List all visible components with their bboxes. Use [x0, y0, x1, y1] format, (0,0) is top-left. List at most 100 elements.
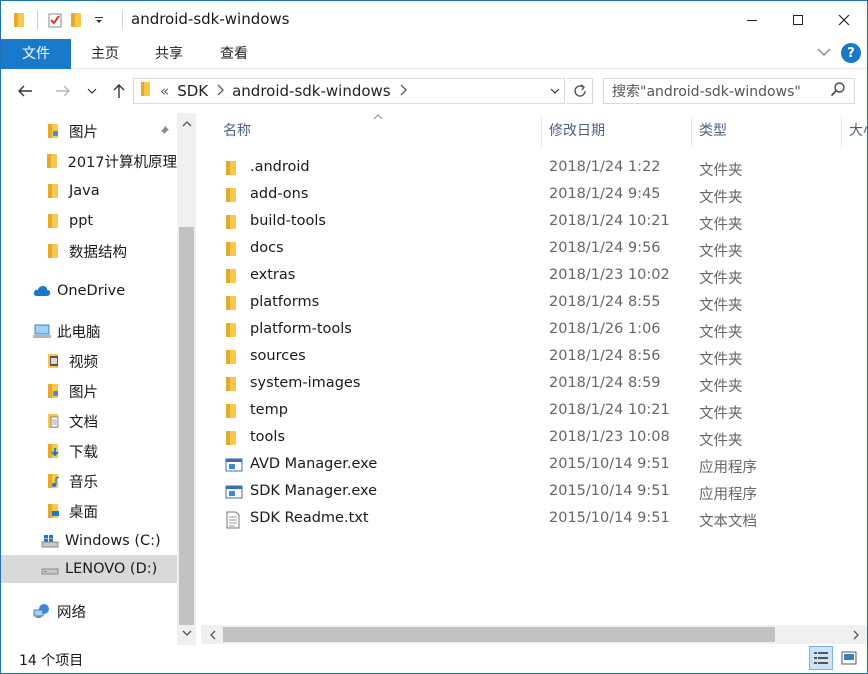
expand-ribbon-icon[interactable] — [817, 45, 831, 61]
table-row[interactable]: SDK Manager.exe 2015/10/14 9:51 应用程序 — [201, 479, 841, 506]
recent-locations-button[interactable] — [85, 81, 99, 101]
sidebar-item-downloads[interactable]: 下载 — [1, 437, 177, 465]
file-name: SDK Readme.txt — [250, 510, 369, 526]
sidebar-item-desktop[interactable]: 桌面 — [1, 497, 177, 525]
sidebar-item-lenovo-d[interactable]: LENOVO (D:) — [1, 555, 177, 583]
file-date: 2018/1/23 10:08 — [549, 429, 670, 445]
column-header-date[interactable]: 修改日期 — [527, 113, 677, 149]
sidebar-item-onedrive[interactable]: OneDrive — [1, 277, 177, 305]
tab-share[interactable]: 共享 — [147, 39, 191, 69]
sidebar-item-ppt[interactable]: ppt — [1, 207, 177, 235]
back-button[interactable] — [15, 81, 35, 101]
file-type: 文件夹 — [699, 406, 743, 422]
file-type: 文件夹 — [699, 325, 743, 341]
title-separator — [122, 11, 123, 29]
sidebar-item-music[interactable]: 音乐 — [1, 467, 177, 495]
column-header-size[interactable]: 大小 — [827, 113, 867, 149]
table-row[interactable]: AVD Manager.exe 2015/10/14 9:51 应用程序 — [201, 452, 841, 479]
window-controls — [729, 1, 867, 39]
scroll-right-icon[interactable] — [847, 625, 866, 644]
sidebar-item-videos[interactable]: 视频 — [1, 347, 177, 375]
sidebar-item-windows-c[interactable]: Windows (C:) — [1, 527, 177, 555]
scrollbar-thumb[interactable] — [179, 227, 194, 625]
chevron-right-icon[interactable] — [399, 82, 407, 100]
tab-view[interactable]: 查看 — [212, 39, 256, 69]
sidebar-item-label: 网络 — [57, 604, 86, 621]
breadcrumb-overflow[interactable]: « — [160, 82, 169, 100]
column-header-type[interactable]: 类型 — [677, 113, 827, 149]
file-date: 2018/1/24 9:56 — [549, 240, 661, 256]
search-box[interactable]: 搜索"android-sdk-windows" — [603, 78, 855, 104]
large-icons-view-button[interactable] — [837, 646, 861, 670]
close-button[interactable] — [821, 1, 867, 39]
search-icon[interactable] — [830, 81, 846, 101]
table-row[interactable]: temp 2018/1/24 10:21 文件夹 — [201, 398, 841, 425]
folder-icon — [225, 349, 243, 365]
file-type: 文件夹 — [699, 298, 743, 314]
sidebar-item-2017[interactable]: 2017计算机原理 — [1, 147, 177, 175]
sidebar-item-label: 图片 — [69, 384, 98, 401]
qat-customize-icon[interactable] — [88, 10, 110, 30]
sidebar-item-label: OneDrive — [57, 283, 126, 299]
sidebar-item-this-pc[interactable]: 此电脑 — [1, 317, 177, 345]
search-input[interactable]: 搜索"android-sdk-windows" — [612, 81, 801, 101]
sidebar-item-label: 音乐 — [69, 474, 98, 491]
folder-icon — [225, 295, 243, 311]
file-name: extras — [250, 267, 296, 283]
maximize-button[interactable] — [775, 1, 821, 39]
column-header-name[interactable]: 名称 — [201, 113, 541, 149]
up-button[interactable] — [109, 81, 129, 101]
sidebar-scrollbar[interactable] — [177, 113, 196, 645]
music-icon — [45, 473, 63, 489]
address-bar[interactable]: « SDK android-sdk-windows — [133, 78, 565, 104]
breadcrumb-sdk[interactable]: SDK — [177, 82, 208, 100]
sidebar-item-java[interactable]: Java — [1, 177, 177, 205]
table-row[interactable]: tools 2018/1/23 10:08 文件夹 — [201, 425, 841, 452]
file-name: add-ons — [250, 186, 309, 202]
table-row[interactable]: platform-tools 2018/1/26 1:06 文件夹 — [201, 317, 841, 344]
sidebar-item-pictures[interactable]: 图片 — [1, 377, 177, 405]
file-type: 文件夹 — [699, 217, 743, 233]
folder-icon — [45, 183, 63, 199]
sidebar-item-label: 视频 — [69, 354, 98, 371]
horizontal-scrollbar[interactable] — [201, 625, 867, 644]
pin-icon[interactable] — [158, 125, 170, 140]
scroll-down-icon[interactable] — [177, 625, 196, 642]
folder-icon — [225, 322, 243, 338]
scroll-left-icon[interactable] — [203, 625, 222, 644]
help-button[interactable]: ? — [841, 43, 861, 63]
table-row[interactable]: build-tools 2018/1/24 10:21 文件夹 — [201, 209, 841, 236]
table-row[interactable]: docs 2018/1/24 9:56 文件夹 — [201, 236, 841, 263]
sidebar-item-pictures-pinned[interactable]: 图片 — [1, 117, 177, 145]
sidebar-item-documents[interactable]: 文档 — [1, 407, 177, 435]
scrollbar-thumb[interactable] — [223, 627, 775, 642]
navigation-pane: 图片 2017计算机原理 Java ppt 数据结构 OneDrive 此电脑 — [1, 113, 197, 645]
scroll-up-icon[interactable] — [177, 115, 196, 132]
tab-file[interactable]: 文件 — [1, 39, 71, 69]
table-row[interactable]: sources 2018/1/24 8:56 文件夹 — [201, 344, 841, 371]
new-folder-icon[interactable] — [66, 10, 88, 30]
forward-button[interactable] — [53, 81, 73, 101]
chevron-right-icon[interactable] — [216, 82, 224, 100]
details-view-button[interactable] — [809, 646, 833, 670]
table-row[interactable]: system-images 2018/1/24 8:59 文件夹 — [201, 371, 841, 398]
tab-home[interactable]: 主页 — [83, 39, 127, 69]
status-bar: 14 个项目 — [1, 645, 867, 673]
minimize-button[interactable] — [729, 1, 775, 39]
address-history-button[interactable] — [546, 79, 564, 103]
breadcrumb-android-sdk-windows[interactable]: android-sdk-windows — [232, 82, 391, 100]
table-row[interactable]: SDK Readme.txt 2015/10/14 9:51 文本文档 — [201, 506, 841, 533]
file-date: 2018/1/23 10:02 — [549, 267, 670, 283]
table-row[interactable]: extras 2018/1/23 10:02 文件夹 — [201, 263, 841, 290]
table-row[interactable]: platforms 2018/1/24 8:55 文件夹 — [201, 290, 841, 317]
refresh-button[interactable] — [567, 78, 593, 104]
sidebar-item-data-structures[interactable]: 数据结构 — [1, 237, 177, 265]
sidebar-item-network[interactable]: 网络 — [1, 597, 177, 625]
quick-access-toolbar — [9, 10, 110, 30]
folder-icon — [45, 213, 63, 229]
folder-icon — [140, 81, 152, 101]
navigation-bar: « SDK android-sdk-windows 搜索"android-sdk… — [1, 69, 867, 113]
table-row[interactable]: .android 2018/1/24 1:22 文件夹 — [201, 155, 841, 182]
properties-icon[interactable] — [44, 10, 66, 30]
table-row[interactable]: add-ons 2018/1/24 9:45 文件夹 — [201, 182, 841, 209]
